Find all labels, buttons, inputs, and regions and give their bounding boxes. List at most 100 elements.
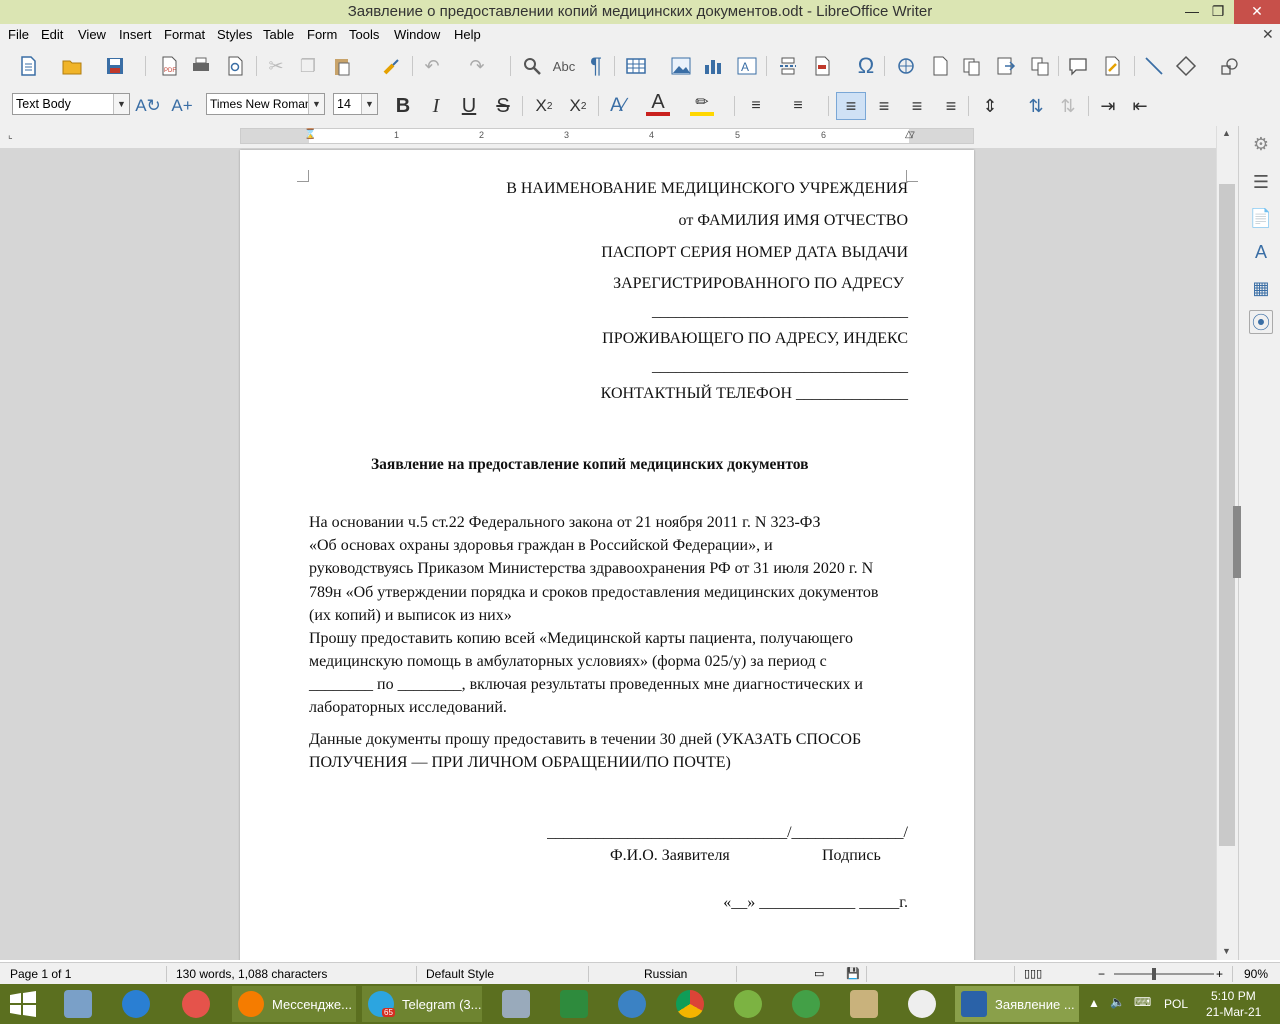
gallery-icon[interactable]: ▦ bbox=[1249, 276, 1273, 300]
spelling-icon[interactable]: Abc bbox=[552, 54, 576, 78]
volume-icon[interactable]: 🔈 bbox=[1110, 995, 1125, 1009]
insert-mode-icon[interactable]: ▭ bbox=[814, 967, 824, 980]
minimize-button[interactable]: — bbox=[1180, 0, 1204, 24]
horizontal-ruler[interactable]: 1 2 3 4 5 6 7 ⌛ △ bbox=[240, 128, 974, 144]
page-icon[interactable]: 📄 bbox=[1249, 206, 1273, 230]
font-size-select[interactable]: 14 ▼ bbox=[333, 93, 378, 115]
clone-formatting-icon[interactable] bbox=[380, 54, 404, 78]
new-document-icon[interactable] bbox=[16, 54, 40, 78]
align-center-icon[interactable]: ≡ bbox=[872, 94, 896, 118]
document-page[interactable]: В НАИМЕНОВАНИЕ МЕДИЦИНСКОГО УЧРЕЖДЕНИЯ о… bbox=[240, 150, 974, 960]
tray-expand-icon[interactable]: ▲ bbox=[1088, 996, 1100, 1010]
paste-icon[interactable] bbox=[330, 54, 354, 78]
page-break-icon[interactable] bbox=[776, 54, 800, 78]
cross-reference-icon[interactable] bbox=[994, 54, 1018, 78]
menu-window[interactable]: Window bbox=[394, 27, 440, 42]
chevron-down-icon[interactable]: ▼ bbox=[113, 94, 129, 114]
styles-icon[interactable]: A bbox=[1249, 240, 1273, 264]
redo-icon[interactable]: ↷ bbox=[465, 54, 489, 78]
chrome-icon[interactable] bbox=[676, 986, 704, 1022]
properties-icon[interactable]: ☰ bbox=[1249, 170, 1273, 194]
special-character-icon[interactable]: Ω bbox=[854, 53, 878, 78]
translator-icon[interactable] bbox=[502, 986, 530, 1022]
maximize-button[interactable]: ❐ bbox=[1206, 0, 1230, 24]
align-right-icon[interactable]: ≡ bbox=[905, 94, 929, 118]
underline-icon[interactable]: U bbox=[457, 94, 481, 118]
numbered-list-icon[interactable]: ≡ bbox=[786, 94, 810, 118]
undo-icon[interactable]: ↶ bbox=[420, 54, 444, 78]
print-preview-icon[interactable] bbox=[223, 54, 247, 78]
zoom-level[interactable]: 90% bbox=[1244, 967, 1268, 981]
draw-functions-icon[interactable] bbox=[1218, 54, 1242, 78]
hyperlink-icon[interactable] bbox=[894, 54, 918, 78]
paint-icon[interactable] bbox=[182, 986, 210, 1022]
insert-comment-icon[interactable] bbox=[1066, 54, 1090, 78]
insert-table-icon[interactable] bbox=[624, 54, 648, 78]
download-manager-icon[interactable] bbox=[560, 986, 588, 1022]
insert-field-icon[interactable] bbox=[810, 54, 834, 78]
italic-icon[interactable]: I bbox=[424, 94, 448, 118]
bold-icon[interactable]: B bbox=[391, 94, 415, 118]
menu-help[interactable]: Help bbox=[454, 27, 481, 42]
find-replace-icon[interactable] bbox=[520, 54, 544, 78]
page-count[interactable]: Page 1 of 1 bbox=[10, 967, 71, 981]
taskbar-telegram[interactable]: Telegram (3... 65 bbox=[362, 986, 482, 1022]
strikethrough-icon[interactable]: S bbox=[491, 94, 515, 118]
paragraph-style-select[interactable]: Text Body ▼ bbox=[12, 93, 130, 115]
navigator-icon[interactable]: ⦿ bbox=[1249, 310, 1273, 334]
menu-styles[interactable]: Styles bbox=[217, 27, 252, 42]
font-name-select[interactable]: Times New Roman ▼ bbox=[206, 93, 325, 115]
chevron-down-icon[interactable]: ▼ bbox=[361, 94, 377, 114]
word-count[interactable]: 130 words, 1,088 characters bbox=[176, 967, 327, 981]
copy-icon[interactable]: ❐ bbox=[296, 54, 320, 78]
tab-stop-selector[interactable]: ⌞ bbox=[8, 130, 13, 141]
print-icon[interactable] bbox=[189, 54, 213, 78]
input-language[interactable]: POL bbox=[1164, 997, 1188, 1011]
archive-icon[interactable] bbox=[850, 986, 878, 1022]
qbittorrent-icon[interactable] bbox=[618, 986, 646, 1022]
subscript-icon[interactable]: X2 bbox=[566, 94, 590, 118]
highlight-color-icon[interactable]: ✏ bbox=[690, 92, 714, 116]
page-style[interactable]: Default Style bbox=[426, 967, 494, 981]
single-page-view-icon[interactable]: ▯▯▯ bbox=[1024, 967, 1042, 980]
insert-image-icon[interactable] bbox=[669, 54, 693, 78]
calc-app-icon[interactable] bbox=[734, 986, 762, 1022]
scroll-down-icon[interactable]: ▼ bbox=[1222, 946, 1231, 956]
sidebar-settings-icon[interactable]: ⚙ bbox=[1249, 132, 1273, 156]
zoom-slider-thumb[interactable] bbox=[1152, 968, 1156, 980]
close-button[interactable]: ✕ bbox=[1234, 0, 1280, 24]
bookmark-icon[interactable] bbox=[1028, 54, 1052, 78]
zoom-in-icon[interactable]: + bbox=[1216, 967, 1223, 981]
zoom-out-icon[interactable]: − bbox=[1098, 967, 1105, 981]
clock-time[interactable]: 5:10 PM bbox=[1211, 989, 1256, 1003]
menu-table[interactable]: Table bbox=[263, 27, 294, 42]
document-modified-icon[interactable]: 💾 bbox=[846, 967, 860, 980]
indent-marker[interactable]: ⌛ bbox=[304, 129, 316, 140]
clear-formatting-icon[interactable]: A∕ bbox=[606, 94, 630, 118]
menu-form[interactable]: Form bbox=[307, 27, 337, 42]
chevron-down-icon[interactable]: ▼ bbox=[308, 94, 324, 114]
menu-file[interactable]: File bbox=[8, 27, 29, 42]
menu-tools[interactable]: Tools bbox=[349, 27, 379, 42]
track-changes-icon[interactable] bbox=[1100, 54, 1124, 78]
clock-date[interactable]: 21-Mar-21 bbox=[1206, 1005, 1261, 1019]
save-icon[interactable] bbox=[103, 54, 127, 78]
start-button[interactable] bbox=[8, 986, 38, 1022]
right-indent-marker[interactable]: △ bbox=[905, 129, 913, 140]
document-language[interactable]: Russian bbox=[644, 967, 687, 981]
cut-icon[interactable]: ✂ bbox=[264, 54, 288, 78]
footnote-icon[interactable] bbox=[928, 54, 952, 78]
new-style-icon[interactable]: A+ bbox=[170, 94, 194, 118]
zoom-slider[interactable] bbox=[1114, 973, 1214, 975]
increase-paragraph-spacing-icon[interactable]: ⇅ bbox=[1024, 94, 1048, 118]
send-app-icon[interactable] bbox=[792, 986, 820, 1022]
task-manager-icon[interactable] bbox=[64, 986, 92, 1022]
insert-chart-icon[interactable] bbox=[701, 54, 725, 78]
ie-browser-icon[interactable] bbox=[122, 986, 150, 1022]
increase-indent-icon[interactable]: ⇥ bbox=[1096, 94, 1120, 118]
update-style-icon[interactable]: A↻ bbox=[135, 94, 161, 118]
basic-shapes-icon[interactable] bbox=[1174, 54, 1198, 78]
menu-edit[interactable]: Edit bbox=[41, 27, 63, 42]
scroll-up-icon[interactable]: ▲ bbox=[1222, 128, 1231, 138]
line-spacing-icon[interactable]: ⇕ bbox=[978, 94, 1002, 118]
